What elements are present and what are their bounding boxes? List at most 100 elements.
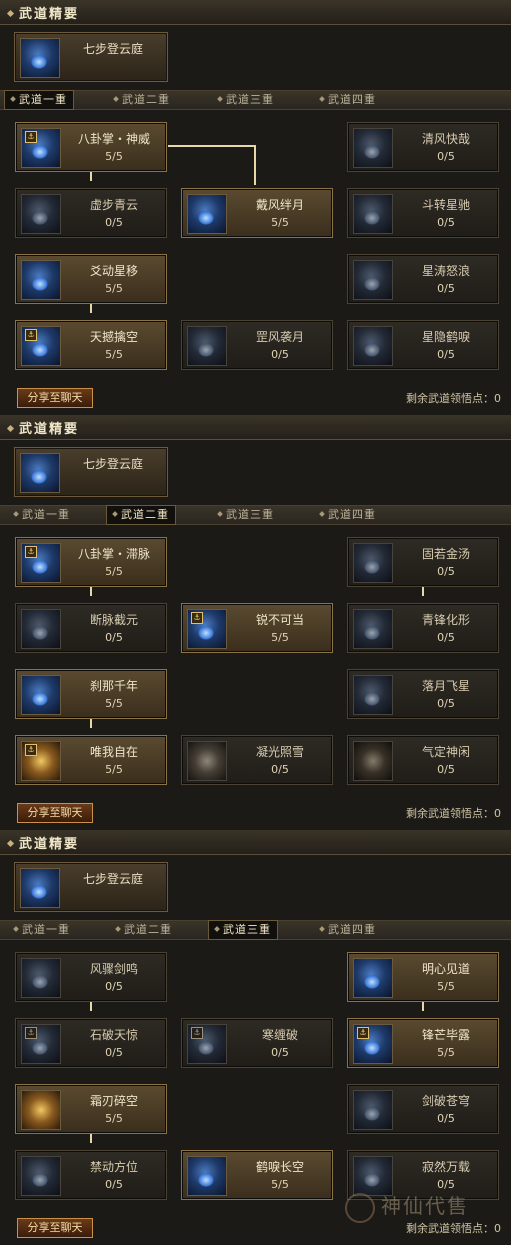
skill-name: 锋芒毕露 (421, 1028, 470, 1042)
essence-skill[interactable]: 七步登云庭 (14, 32, 168, 82)
skill-level: 0/5 (271, 348, 289, 361)
skill-node[interactable]: 爻动星移 5/5 (15, 254, 167, 304)
panel-title: 武道精要 (6, 833, 79, 852)
skill-icon (187, 1156, 227, 1196)
tab-tier-2[interactable]: 武道二重 (115, 921, 172, 939)
remaining-points: 剩余武道领悟点：0 (406, 805, 501, 821)
skill-node[interactable]: 鹤唳长空 5/5 (181, 1150, 333, 1200)
skill-node[interactable]: 风骤剑鸣 0/5 (15, 952, 167, 1002)
tab-tier-4[interactable]: 武道四重 (319, 506, 376, 524)
skill-level: 5/5 (437, 980, 455, 993)
skill-name: 星涛怒浪 (421, 264, 470, 278)
skill-level: 5/5 (105, 763, 123, 776)
skill-level: 5/5 (271, 216, 289, 229)
skill-level: 0/5 (437, 348, 455, 361)
wudao-panel-3: 武道精要 七步登云庭 武道一重 武道二重 武道三重 武道四重 风骤剑鸣 0/5 明… (0, 830, 511, 1245)
skill-icon (353, 675, 393, 715)
skill-node[interactable]: ⚓ 唯我自在 5/5 (15, 735, 167, 785)
skill-icon: ⚓ (21, 326, 61, 366)
skill-icon (21, 609, 61, 649)
skill-node[interactable]: 固若金汤 0/5 (347, 537, 499, 587)
skill-node[interactable]: 剑破苍穹 0/5 (347, 1084, 499, 1134)
skill-node[interactable]: 戴风绊月 5/5 (181, 188, 333, 238)
tab-tier-3[interactable]: 武道三重 (217, 506, 274, 524)
skill-node[interactable]: ⚓ 锐不可当 5/5 (181, 603, 333, 653)
skill-name: 刹那千年 (89, 679, 138, 693)
share-to-chat-button[interactable]: 分享至聊天 (17, 803, 93, 823)
skill-node[interactable]: 罡风袭月 0/5 (181, 320, 333, 370)
skill-level: 0/5 (105, 980, 123, 993)
skill-level: 5/5 (105, 150, 123, 163)
panel-header: 武道精要 (0, 0, 511, 25)
skill-node[interactable]: ⚓ 锋芒毕露 5/5 (347, 1018, 499, 1068)
skill-level: 0/5 (437, 216, 455, 229)
essence-skill[interactable]: 七步登云庭 (14, 447, 168, 497)
skill-level: 0/5 (437, 565, 455, 578)
tab-tier-4[interactable]: 武道四重 (319, 921, 376, 939)
skill-name: 唯我自在 (89, 745, 138, 759)
watermark-logo: 神仙代售 (345, 1190, 505, 1230)
skill-node[interactable]: 星隐鹤唳 0/5 (347, 320, 499, 370)
skill-node[interactable]: 刹那千年 5/5 (15, 669, 167, 719)
skill-node[interactable]: ⚓ 八卦掌・神威 5/5 (15, 122, 167, 172)
skill-name: 寒缠破 (261, 1028, 298, 1042)
skill-icon (353, 543, 393, 583)
skill-node[interactable]: 虚步青云 0/5 (15, 188, 167, 238)
wudao-panel-2: 武道精要 七步登云庭 武道一重 武道二重 武道三重 武道四重 ⚓ 八卦掌・滞脉 5/… (0, 415, 511, 830)
skill-node[interactable]: 禁动方位 0/5 (15, 1150, 167, 1200)
skill-node[interactable]: 星涛怒浪 0/5 (347, 254, 499, 304)
skill-icon (353, 958, 393, 998)
skill-name: 固若金汤 (421, 547, 470, 561)
skill-node[interactable]: 气定神闲 0/5 (347, 735, 499, 785)
watermark-text: 神仙代售 (381, 1194, 469, 1218)
skill-icon (353, 741, 393, 781)
essence-skill[interactable]: 七步登云庭 (14, 862, 168, 912)
skill-icon (21, 958, 61, 998)
skill-name: 八卦掌・神威 (77, 132, 150, 146)
skill-level: 0/5 (271, 1046, 289, 1059)
skill-icon (21, 1156, 61, 1196)
skill-node[interactable]: 断脉截元 0/5 (15, 603, 167, 653)
tab-tier-1[interactable]: 武道一重 (13, 921, 70, 939)
tab-tier-3[interactable]: 武道三重 (217, 91, 274, 109)
skill-level: 5/5 (271, 631, 289, 644)
skill-node[interactable]: ⚓ 天撼擒空 5/5 (15, 320, 167, 370)
tab-tier-3[interactable]: 武道三重 (208, 920, 278, 940)
skill-name: 禁动方位 (89, 1160, 138, 1174)
tab-tier-4[interactable]: 武道四重 (319, 91, 376, 109)
tab-tier-2[interactable]: 武道二重 (106, 505, 176, 525)
skill-icon (353, 326, 393, 366)
remaining-points-value: 0 (494, 392, 501, 405)
share-to-chat-button[interactable]: 分享至聊天 (17, 1218, 93, 1238)
tab-tier-1[interactable]: 武道一重 (4, 90, 74, 110)
skill-node[interactable]: 青锋化形 0/5 (347, 603, 499, 653)
skill-node[interactable]: ⚓ 八卦掌・滞脉 5/5 (15, 537, 167, 587)
skill-name: 断脉截元 (89, 613, 138, 627)
skill-node[interactable]: 霜刃碎空 5/5 (15, 1084, 167, 1134)
skill-node[interactable]: ⚓ 寒缠破 0/5 (181, 1018, 333, 1068)
tab-tier-1[interactable]: 武道一重 (13, 506, 70, 524)
skill-name: 天撼擒空 (89, 330, 138, 344)
skill-node[interactable]: 明心见道 5/5 (347, 952, 499, 1002)
skill-level: 0/5 (437, 697, 455, 710)
skill-name: 星隐鹤唳 (421, 330, 470, 344)
skill-node[interactable]: 清风快哉 0/5 (347, 122, 499, 172)
skill-name: 寂然万载 (421, 1160, 470, 1174)
skill-icon (21, 1090, 61, 1130)
tab-tier-2[interactable]: 武道二重 (113, 91, 170, 109)
skill-node[interactable]: 落月飞星 0/5 (347, 669, 499, 719)
essence-icon (20, 453, 60, 493)
skill-name: 气定神闲 (421, 745, 470, 759)
essence-icon (20, 868, 60, 908)
skill-icon (187, 194, 227, 234)
skill-icon: ⚓ (21, 1024, 61, 1064)
skill-icon: ⚓ (21, 543, 61, 583)
remaining-points: 剩余武道领悟点：0 (406, 390, 501, 406)
panel-header: 武道精要 (0, 415, 511, 440)
share-to-chat-button[interactable]: 分享至聊天 (17, 388, 93, 408)
skill-node[interactable]: 凝光照雪 0/5 (181, 735, 333, 785)
skill-icon (21, 194, 61, 234)
skill-node[interactable]: ⚓ 石破天惊 0/5 (15, 1018, 167, 1068)
remaining-points-value: 0 (494, 807, 501, 820)
skill-node[interactable]: 斗转星驰 0/5 (347, 188, 499, 238)
